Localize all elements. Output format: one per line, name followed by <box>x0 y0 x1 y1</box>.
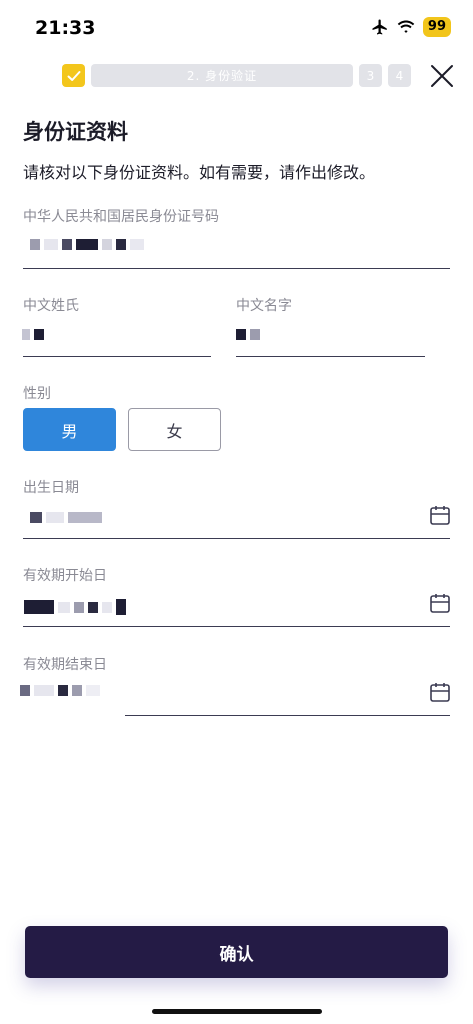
valid-from-label: 有效期开始日 <box>23 568 107 584</box>
gender-male-button[interactable]: 男 <box>23 408 116 451</box>
valid-from-input[interactable] <box>24 597 126 617</box>
status-bar: 21:33 99 <box>0 0 473 56</box>
step-progress-bar: 2. 身份验证 3 4 <box>0 62 473 90</box>
step-2-current: 2. 身份验证 <box>91 64 353 87</box>
check-icon <box>67 70 80 81</box>
id-number-label: 中华人民共和国居民身份证号码 <box>23 209 219 225</box>
close-icon <box>431 65 453 87</box>
wifi-icon <box>397 20 415 33</box>
status-icons: 99 <box>371 17 451 37</box>
battery-icon: 99 <box>422 17 451 37</box>
close-button[interactable] <box>428 62 456 90</box>
id-number-input[interactable] <box>30 236 144 252</box>
given-name-underline <box>236 356 425 357</box>
id-number-underline <box>23 268 450 269</box>
given-name-label: 中文名字 <box>236 298 292 314</box>
page-subtitle: 请核对以下身份证资料。如有需要，请作出修改。 <box>23 163 376 182</box>
surname-underline <box>23 356 211 357</box>
surname-label: 中文姓氏 <box>23 298 79 314</box>
birth-date-underline <box>23 538 450 539</box>
confirm-button[interactable]: 确认 <box>25 926 448 978</box>
valid-to-label: 有效期结束日 <box>23 657 107 673</box>
step-3: 3 <box>359 64 382 87</box>
birth-date-calendar-icon[interactable] <box>429 504 451 526</box>
airplane-icon <box>372 19 387 35</box>
valid-from-underline <box>23 626 450 627</box>
valid-to-input[interactable] <box>20 682 100 698</box>
gender-label: 性别 <box>23 386 51 402</box>
step-1-complete <box>62 64 85 87</box>
birth-date-label: 出生日期 <box>23 480 79 496</box>
home-indicator <box>152 1009 322 1014</box>
valid-from-calendar-icon[interactable] <box>429 592 451 614</box>
valid-to-underline <box>125 715 450 716</box>
birth-date-input[interactable] <box>30 509 102 525</box>
surname-input[interactable] <box>22 326 44 342</box>
gender-female-button[interactable]: 女 <box>128 408 221 451</box>
given-name-input[interactable] <box>236 326 260 342</box>
status-time: 21:33 <box>35 17 96 39</box>
valid-to-calendar-icon[interactable] <box>429 681 451 703</box>
step-4: 4 <box>388 64 411 87</box>
page-title: 身份证资料 <box>23 120 128 144</box>
